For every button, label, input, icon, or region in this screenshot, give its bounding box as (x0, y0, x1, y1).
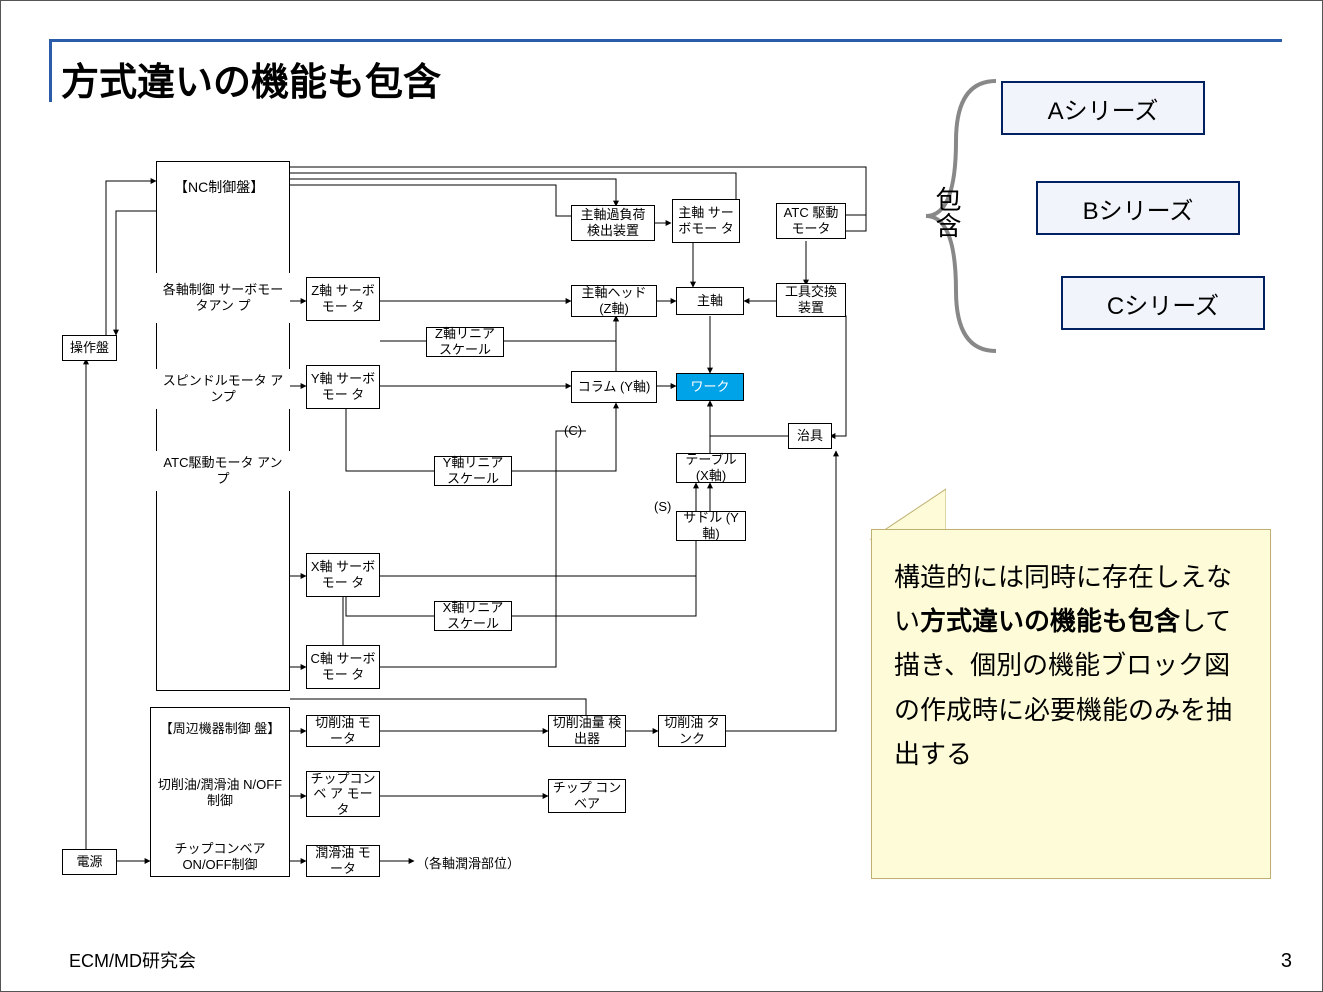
node-y-linear: Y軸リニア スケール (434, 456, 512, 486)
inclusion-label: 包含 (929, 186, 966, 238)
block-diagram: 操作盤 電源 【NC制御盤】 各軸制御 サーボモータアン プ スピンドルモータ … (56, 151, 871, 901)
node-x-servo: X軸 サーボモー タ (306, 553, 380, 597)
callout-text-bold: 方式違いの機能も包含 (920, 606, 1180, 636)
node-y-servo: Y軸 サーボモー タ (306, 365, 380, 409)
node-saddle: サドル (Y軸) (676, 511, 746, 541)
node-spindle: 主軸 (676, 287, 744, 315)
node-nc-panel-label: 【NC制御盤】 (174, 177, 264, 197)
footer-org: ECM/MD研究会 (69, 947, 196, 973)
node-tool-change: 工具交換 装置 (776, 283, 846, 317)
label-c: (C) (564, 423, 582, 438)
node-spindle-amp: スピンドルモータ アンプ (156, 369, 290, 409)
series-b-label: Bシリーズ (1083, 191, 1194, 226)
node-x-linear: X軸リニア スケール (434, 601, 512, 631)
series-c-label: Cシリーズ (1107, 286, 1219, 321)
node-chip-onoff: チップコンベア ON/OFF制御 (152, 839, 288, 875)
node-lube-target: （各軸潤滑部位） (416, 853, 520, 872)
node-atc-amp: ATC駆動モータ アンプ (156, 451, 290, 491)
node-lube-motor: 潤滑油 モータ (306, 845, 380, 877)
node-chip-conv: チップ コンベア (548, 779, 626, 813)
node-periph-label: 【周辺機器制御 盤】 (152, 711, 288, 747)
node-chip-motor: チップコンベ ア モータ (306, 771, 380, 817)
label-s: (S) (654, 499, 671, 514)
node-power: 電源 (62, 849, 117, 875)
node-souban: 操作盤 (62, 335, 117, 361)
slide-title: 方式違いの機能も包含 (61, 51, 441, 106)
series-c-box: Cシリーズ (1061, 276, 1265, 330)
node-nc-panel-frame (156, 161, 290, 691)
node-column: コラム (Y軸) (571, 371, 657, 403)
callout-box: 構造的には同時に存在しえない方式違いの機能も包含して描き、個別の機能ブロック図の… (871, 529, 1271, 879)
node-atc-motor: ATC 駆動モータ (776, 203, 846, 239)
node-cool-motor: 切削油 モータ (306, 715, 380, 747)
node-work: ワーク (676, 373, 744, 401)
node-cool-onoff: 切削油/潤滑油 N/OFF制御 (152, 775, 288, 811)
node-cool-detect: 切削油量 検出器 (548, 715, 626, 747)
node-servamp: 各軸制御 サーボモータアン プ (156, 273, 290, 323)
series-a-label: Aシリーズ (1048, 91, 1159, 126)
series-a-box: Aシリーズ (1001, 81, 1205, 135)
node-z-servo: Z軸 サーボモー タ (306, 277, 380, 321)
node-spindle-servo: 主軸 サーボモー タ (672, 199, 740, 243)
series-b-box: Bシリーズ (1036, 181, 1240, 235)
node-c-servo: C軸 サーボモー タ (306, 645, 380, 689)
node-z-linear: Z軸リニア スケール (426, 327, 504, 357)
node-jig: 治具 (788, 423, 832, 449)
node-overload: 主軸過負荷 検出装置 (571, 205, 655, 241)
node-cool-tank: 切削油 タンク (658, 715, 726, 747)
node-z-head: 主軸ヘッド (Z軸) (571, 285, 657, 317)
node-table: テーブル (X軸) (676, 453, 746, 483)
slide: 方式違いの機能も包含 Aシリーズ Bシリーズ Cシリーズ 包含 構造的には同時に… (0, 0, 1323, 992)
footer-page: 3 (1281, 950, 1292, 973)
